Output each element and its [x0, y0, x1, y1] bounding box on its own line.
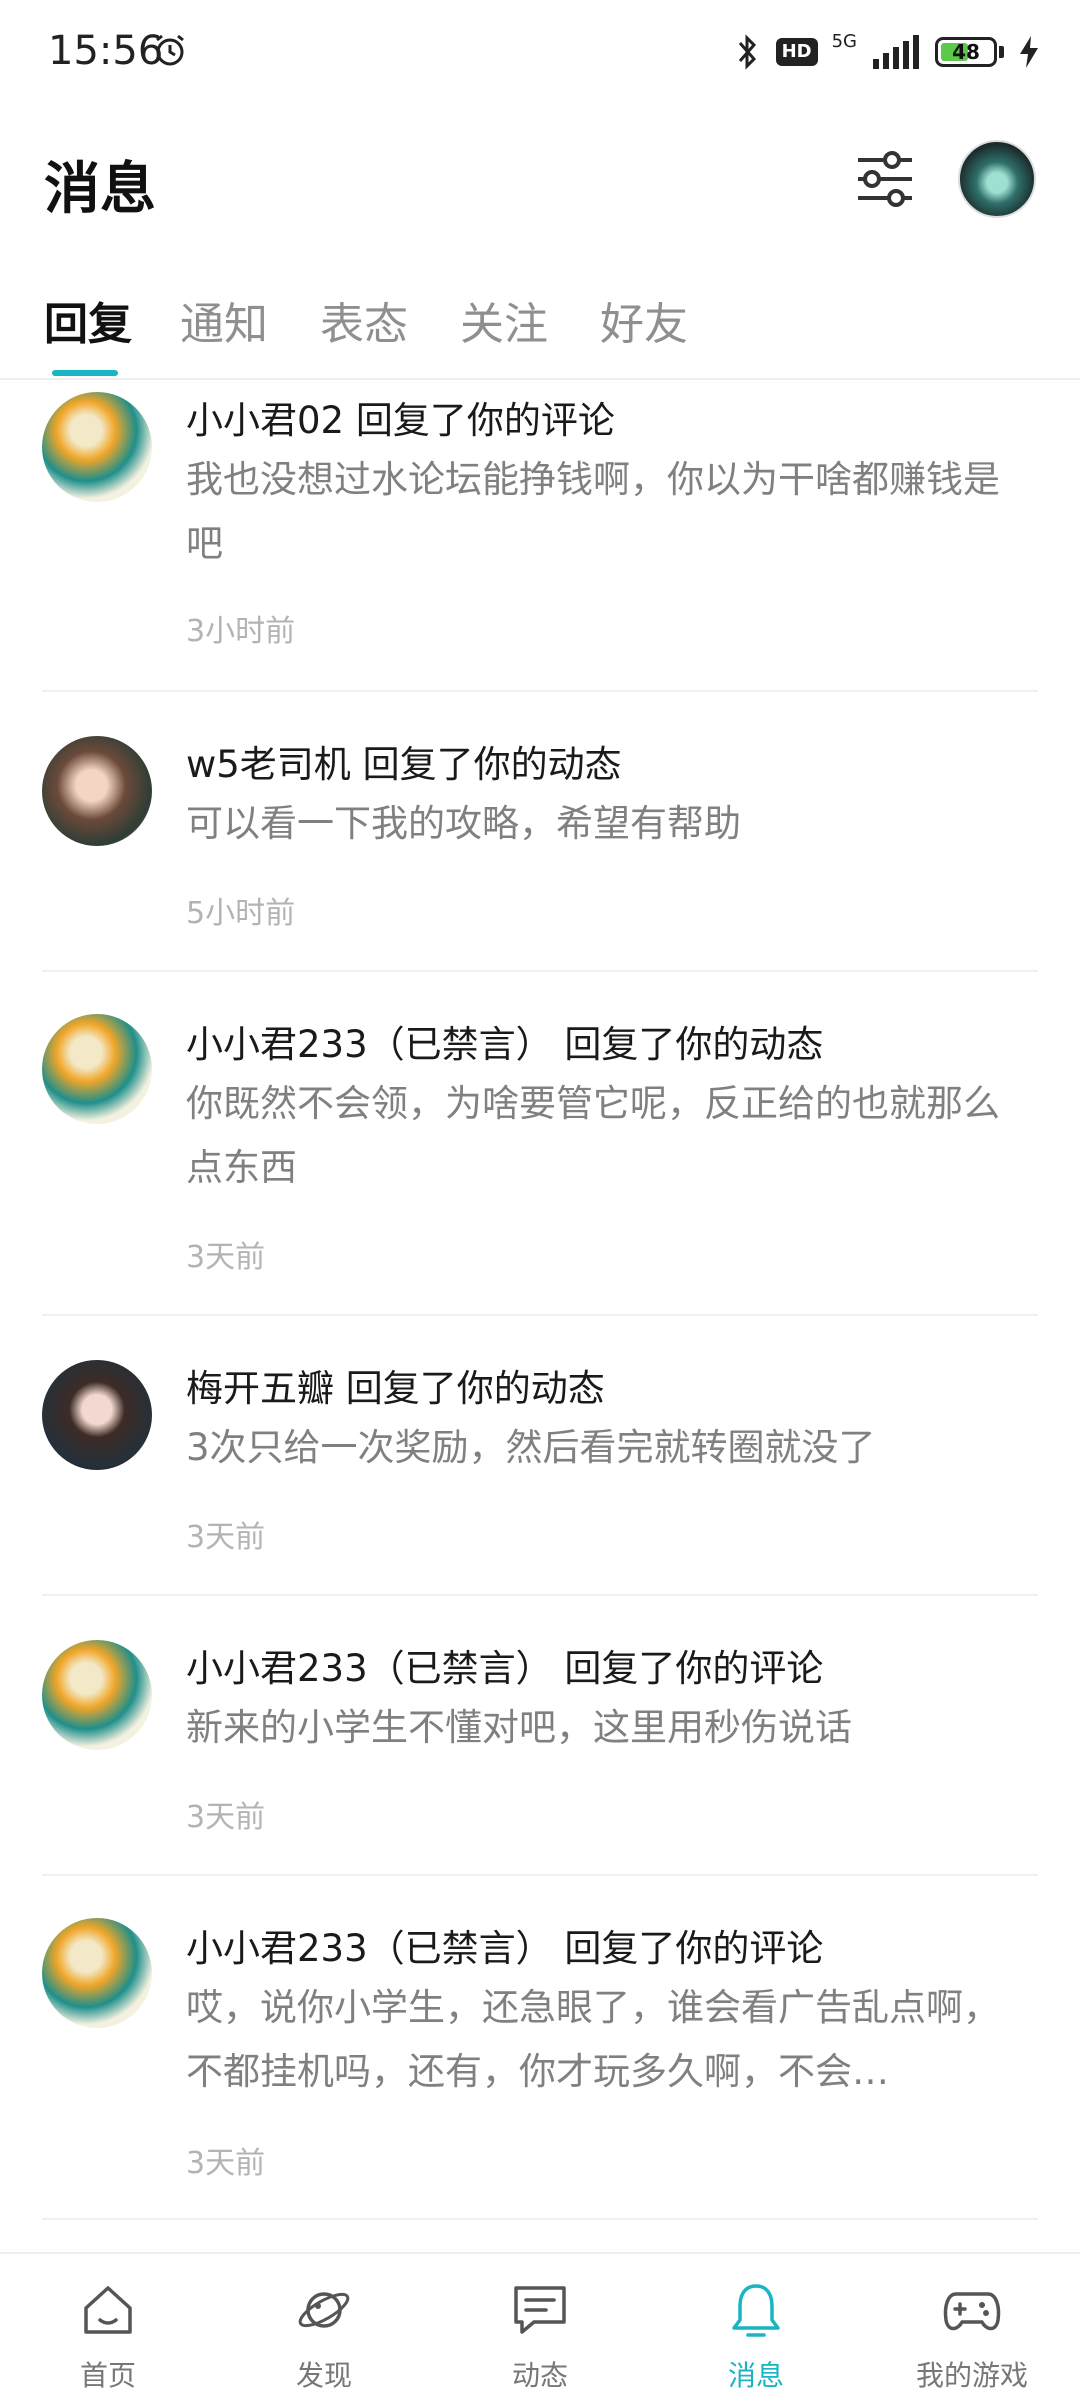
planet-icon [298, 2292, 350, 2328]
reply-time: 3天前 [186, 1520, 266, 1555]
nav-feed-label: 动态 [511, 2359, 568, 2392]
status-icons: HD 5G 48 [732, 30, 1040, 74]
reply-content: 哎，说你小学生，还急眼了，谁会看广告乱点啊，不都挂机吗，还有，你才玩多久啊，不会… [186, 1986, 1000, 2093]
active-tab-indicator [52, 370, 118, 376]
nav-home-label: 首页 [79, 2359, 136, 2392]
nav-my-games-label: 我的游戏 [915, 2359, 1028, 2392]
reply-title: 梅开五瓣 回复了你的动态 [186, 1367, 605, 1410]
reply-time: 3天前 [186, 1800, 266, 1835]
battery-level: 48 [952, 40, 980, 64]
list-item[interactable]: 小小君02 回复了你的评论 我也没想过水论坛能挣钱啊，你以为干啥都赚钱是吧 3小… [0, 378, 1080, 692]
list-item[interactable]: 梅开五瓣 回复了你的动态 3次只给一次奖励，然后看完就转圈就没了 3天前 [0, 1316, 1080, 1596]
page-title: 消息 [44, 157, 156, 222]
reply-title: 小小君233（已禁言） 回复了你的评论 [186, 1927, 824, 1970]
chat-icon [514, 2286, 566, 2334]
nav-discover-label: 发现 [295, 2359, 352, 2392]
reply-content: 可以看一下我的攻略，希望有帮助 [186, 802, 741, 845]
avatar[interactable] [42, 1918, 152, 2028]
reply-title: 小小君233（已禁言） 回复了你的评论 [186, 1647, 824, 1690]
reply-time: 5小时前 [186, 896, 296, 931]
reply-content: 我也没想过水论坛能挣钱啊，你以为干啥都赚钱是吧 [186, 458, 1000, 565]
avatar[interactable] [42, 1360, 152, 1470]
avatar[interactable] [42, 1014, 152, 1124]
tab-reactions[interactable]: 表态 [320, 288, 408, 352]
avatar[interactable] [42, 736, 152, 846]
list-item[interactable]: 小小君233（已禁言） 回复了你的评论 哎，说你小学生，还急眼了，谁会看广告乱点… [0, 1876, 1080, 2220]
reply-title: w5老司机 回复了你的动态 [186, 743, 622, 786]
battery-indicator: 48 [935, 37, 997, 67]
charging-icon [1020, 36, 1038, 68]
avatar[interactable] [42, 1640, 152, 1750]
nav-home[interactable]: 首页 [0, 2254, 216, 2402]
reply-content: 你既然不会领，为啥要管它呢，反正给的也就那么点东西 [186, 1082, 1000, 1189]
reply-content: 3次只给一次奖励，然后看完就转圈就没了 [186, 1426, 876, 1469]
reply-title: 小小君02 回复了你的评论 [186, 399, 615, 442]
battery-tip [999, 46, 1004, 58]
bottom-navigation: 首页 发现 动态 消息 我的游戏 [0, 2252, 1080, 2402]
tab-notifications[interactable]: 通知 [180, 288, 268, 352]
status-time: 15:56 [48, 28, 164, 74]
bluetooth-icon [738, 34, 756, 70]
nav-messages-label: 消息 [727, 2359, 784, 2392]
tab-follows[interactable]: 关注 [460, 288, 548, 352]
gamepad-icon [943, 2292, 1001, 2331]
tab-friends[interactable]: 好友 [600, 288, 688, 352]
tab-replies[interactable]: 回复 [44, 288, 132, 352]
nav-my-games[interactable]: 我的游戏 [864, 2254, 1080, 2402]
status-bar: 15:56 HD 5G 48 [0, 0, 1080, 100]
list-item[interactable]: w5老司机 回复了你的动态 可以看一下我的攻略，希望有帮助 5小时前 [0, 692, 1080, 972]
alarm-icon [156, 34, 184, 66]
network-label: 5G [831, 31, 857, 52]
hd-badge: HD [775, 38, 818, 66]
reply-time: 3小时前 [186, 614, 296, 649]
list-item[interactable]: 小小君233（已禁言） 回复了你的评论 新来的小学生不懂对吧，这里用秒伤说话 3… [0, 1596, 1080, 1876]
home-icon [84, 2286, 132, 2334]
avatar[interactable] [42, 392, 152, 502]
user-avatar[interactable] [958, 140, 1036, 218]
reply-title: 小小君233（已禁言） 回复了你的动态 [186, 1023, 824, 1066]
list-item[interactable]: 小小君233（已禁言） 回复了你的动态 你既然不会领，为啥要管它呢，反正给的也就… [0, 972, 1080, 1316]
nav-messages[interactable]: 消息 [648, 2254, 864, 2402]
filter-settings-icon[interactable] [852, 146, 918, 212]
page-header: 消息 [0, 110, 1080, 240]
nav-discover[interactable]: 发现 [216, 2254, 432, 2402]
reply-time: 3天前 [186, 1240, 266, 1275]
nav-feed[interactable]: 动态 [432, 2254, 648, 2402]
bell-icon [732, 2284, 780, 2337]
divider [42, 2218, 1038, 2220]
signal-icon [873, 35, 919, 69]
reply-content: 新来的小学生不懂对吧，这里用秒伤说话 [186, 1706, 852, 1749]
message-tabs: 回复 通知 表态 关注 好友 [0, 278, 1080, 380]
reply-time: 3天前 [186, 2146, 266, 2181]
